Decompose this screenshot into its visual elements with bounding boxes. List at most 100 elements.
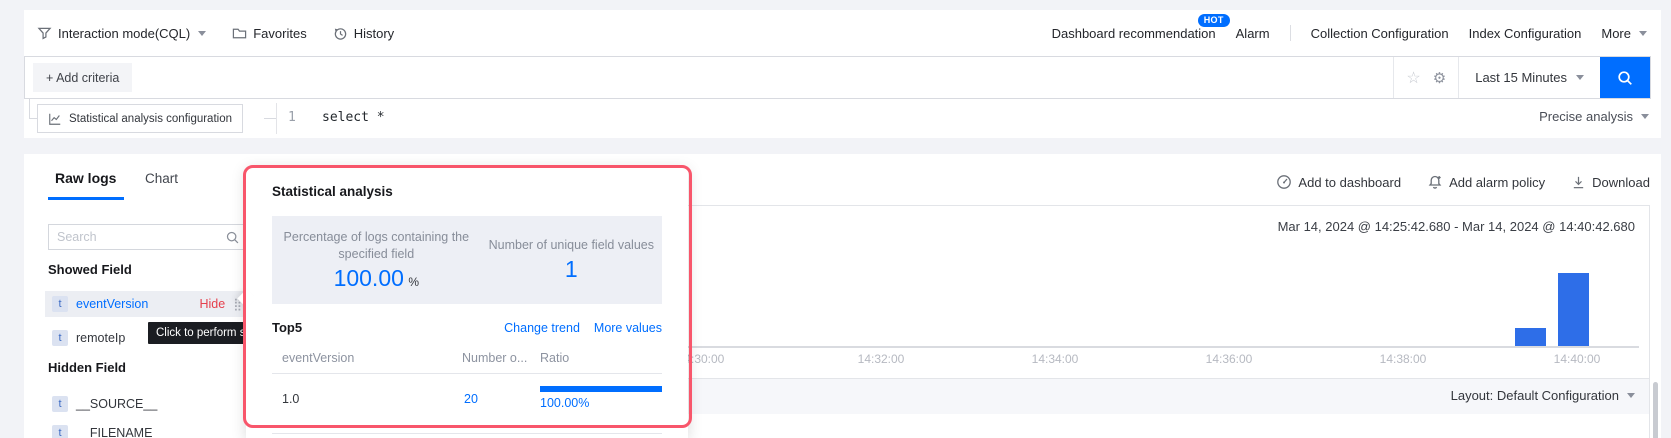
- toolbar-right-group: HOT Dashboard recommendation Alarm Colle…: [1051, 13, 1661, 41]
- time-range-label: Last 15 Minutes: [1475, 70, 1567, 85]
- tab-raw-logs[interactable]: Raw logs: [55, 170, 116, 186]
- search-button[interactable]: [1600, 57, 1650, 98]
- connector-line: [29, 99, 30, 118]
- interaction-mode-dropdown[interactable]: Interaction mode(CQL): [37, 25, 207, 41]
- interaction-mode-label: Interaction mode(CQL): [58, 25, 191, 41]
- dashboard-recommendation-link[interactable]: HOT Dashboard recommendation: [1051, 13, 1230, 41]
- collection-configuration-link[interactable]: Collection Configuration: [1311, 26, 1449, 41]
- table-cell-count-link[interactable]: 20: [464, 392, 478, 406]
- more-label: More: [1601, 25, 1631, 41]
- popup-title: Statistical analysis: [272, 184, 393, 199]
- results-card: Raw logs Chart Add to dashboard Add alar…: [24, 154, 1661, 438]
- field-type-badge: t: [52, 396, 68, 412]
- ratio-progress-bar: [540, 386, 662, 392]
- histogram-bar: [1515, 328, 1546, 346]
- tab-chart[interactable]: Chart: [145, 171, 178, 186]
- field-name[interactable]: eventVersion: [76, 297, 148, 311]
- field-search-input[interactable]: [49, 225, 221, 249]
- chevron-down-icon: [1627, 393, 1635, 398]
- favorite-star-icon[interactable]: ☆: [1394, 68, 1429, 88]
- x-tick-label: 14:32:00: [857, 352, 905, 366]
- histogram-bar: [1558, 273, 1589, 346]
- table-cell-ratio: 100.00%: [540, 396, 590, 410]
- query-row: Statistical analysis configuration 1 sel…: [24, 99, 1661, 138]
- table-divider: [272, 433, 662, 434]
- field-name[interactable]: __FILENAME__: [76, 426, 166, 438]
- chart-line-icon: [49, 113, 61, 125]
- favorites-button[interactable]: Favorites: [232, 25, 307, 41]
- chevron-down-icon: [1576, 75, 1584, 80]
- stat-unit: %: [408, 274, 420, 289]
- index-configuration-label: Index Configuration: [1468, 25, 1582, 41]
- stat-value: 100.00: [333, 264, 404, 291]
- field-type-badge: t: [52, 330, 68, 346]
- field-search-box: [48, 224, 248, 250]
- dashboard-gauge-icon: [1277, 175, 1292, 189]
- results-actions: Add to dashboard Add alarm policy Downlo…: [1276, 174, 1650, 190]
- stat-value-row: 1: [565, 256, 578, 283]
- stat-summary-panel: Percentage of logs containing the specif…: [272, 216, 662, 304]
- table-cell-value: 1.0: [282, 392, 300, 406]
- search-icon: [1618, 70, 1632, 85]
- stat-value: 1: [564, 256, 578, 282]
- chevron-down-icon: [1639, 30, 1647, 36]
- layout-configuration-dropdown[interactable]: Layout: Default Configuration: [1451, 388, 1635, 403]
- stat-card-percentage: Percentage of logs containing the specif…: [272, 216, 481, 304]
- time-range-dropdown[interactable]: Last 15 Minutes: [1459, 57, 1600, 98]
- hot-badge: HOT: [1197, 13, 1230, 27]
- index-configuration-link[interactable]: Index Configuration: [1469, 26, 1582, 41]
- layout-configuration-label: Layout: Default Configuration: [1450, 388, 1619, 403]
- query-editor[interactable]: select *: [322, 110, 385, 125]
- active-tab-underline: [48, 197, 124, 200]
- vertical-scrollbar[interactable]: [1653, 382, 1658, 438]
- add-to-dashboard-link[interactable]: Add to dashboard: [1276, 174, 1401, 190]
- column-header-count: Number o...: [462, 351, 528, 365]
- table-divider: [272, 373, 662, 374]
- add-alarm-policy-link[interactable]: Add alarm policy: [1427, 174, 1545, 190]
- history-label: History: [353, 25, 395, 41]
- filter-funnel-icon: [37, 27, 52, 39]
- history-clock-icon: [334, 27, 346, 40]
- analysis-mode-label: Precise analysis: [1539, 109, 1633, 124]
- field-name[interactable]: remoteIp: [76, 331, 125, 345]
- column-header-field: eventVersion: [282, 351, 355, 365]
- hide-field-link[interactable]: Hide: [199, 297, 225, 311]
- download-label: Download: [1592, 174, 1650, 190]
- stat-config-label: Statistical analysis configuration: [69, 112, 232, 125]
- editor-line-number: 1: [288, 110, 296, 125]
- favorites-label: Favorites: [253, 25, 307, 41]
- connector-line: [29, 118, 37, 119]
- field-row-eventversion[interactable]: t eventVersion Hide ⣿: [45, 291, 248, 317]
- x-tick-label: 14:40:00: [1553, 352, 1601, 366]
- field-row-filename[interactable]: t __FILENAME__: [45, 420, 248, 438]
- search-criteria-bar: + Add criteria ☆ ⚙ Last 15 Minutes: [24, 56, 1651, 99]
- stat-label: Number of unique field values: [488, 238, 654, 252]
- history-button[interactable]: History: [333, 26, 394, 41]
- alarm-link[interactable]: Alarm: [1236, 26, 1270, 41]
- search-bar-controls: ☆ ⚙ Last 15 Minutes: [1393, 57, 1650, 98]
- analysis-mode-dropdown[interactable]: Precise analysis: [1539, 109, 1649, 124]
- column-header-ratio: Ratio: [540, 351, 570, 365]
- statistical-analysis-popup: Statistical analysis Percentage of logs …: [237, 168, 688, 438]
- folder-icon: [233, 28, 247, 38]
- x-tick-label: 14:36:00: [1205, 352, 1253, 366]
- connector-line: [264, 118, 276, 119]
- field-row-source[interactable]: t __SOURCE__: [45, 391, 248, 417]
- chevron-down-icon: [198, 30, 207, 36]
- dashboard-recommendation-label: Dashboard recommendation: [1051, 25, 1216, 41]
- more-values-link[interactable]: More values: [594, 321, 662, 335]
- settings-gear-icon[interactable]: ⚙: [1430, 69, 1458, 87]
- statistical-analysis-configuration-button[interactable]: Statistical analysis configuration: [37, 104, 243, 133]
- add-criteria-button[interactable]: + Add criteria: [33, 63, 133, 92]
- change-trend-link[interactable]: Change trend: [504, 321, 580, 335]
- field-name[interactable]: __SOURCE__: [76, 397, 157, 411]
- top5-title: Top5: [272, 320, 303, 335]
- download-link[interactable]: Download: [1571, 175, 1650, 190]
- stat-value-row: 100.00 %: [334, 265, 419, 292]
- add-alarm-policy-label: Add alarm policy: [1449, 174, 1546, 190]
- editor-divider: [276, 103, 277, 134]
- more-dropdown[interactable]: More: [1601, 26, 1647, 41]
- stat-card-unique-values: Number of unique field values 1: [481, 216, 662, 304]
- top-toolbar: Interaction mode(CQL) Favorites History …: [24, 10, 1661, 56]
- field-type-badge: t: [52, 296, 68, 312]
